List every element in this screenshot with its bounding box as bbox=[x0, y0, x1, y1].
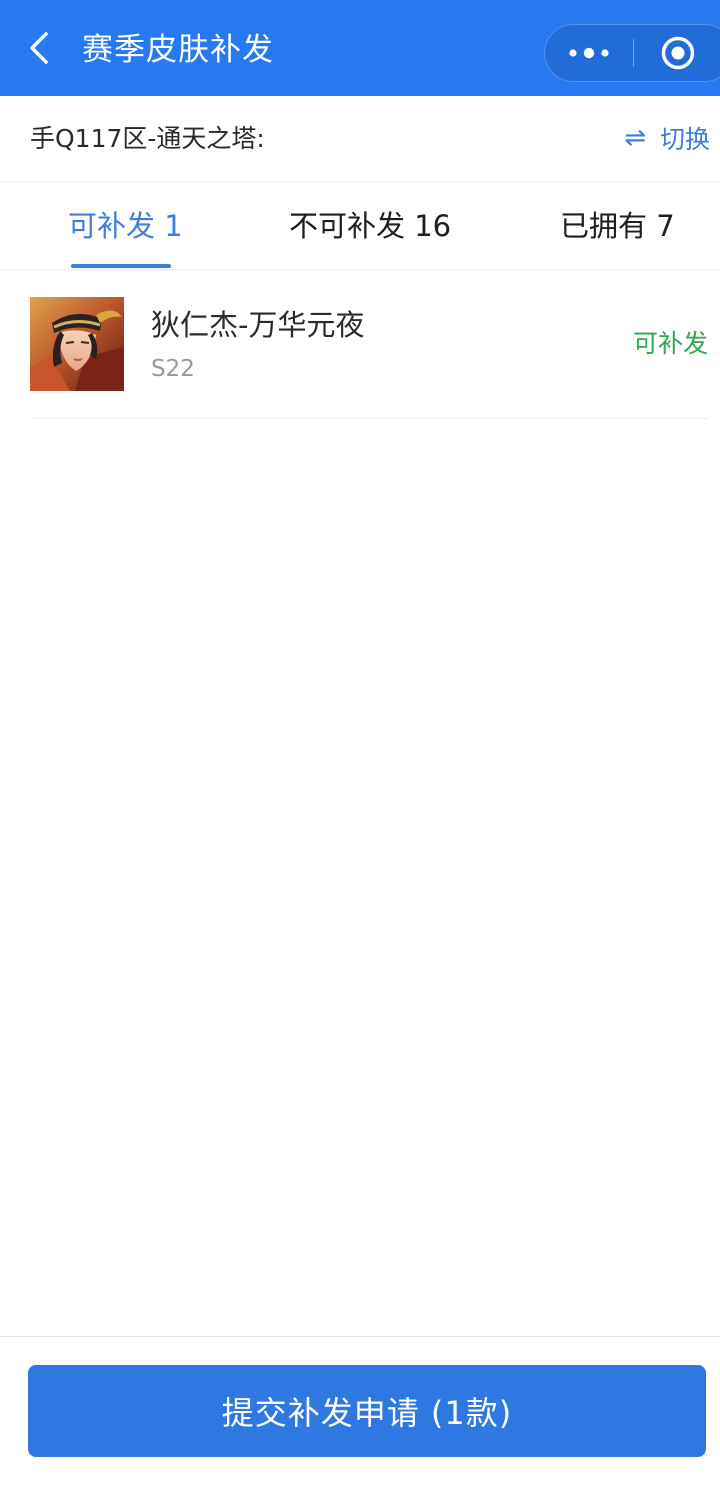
tab-not-reissuable[interactable]: 不可补发 16 bbox=[289, 206, 451, 246]
capsule-divider bbox=[633, 39, 634, 67]
skin-portrait-icon bbox=[30, 297, 124, 391]
page: 赛季皮肤补发 手Q117区-通天之塔: ⇌ 切换 可补发 1 不可补发 16 已… bbox=[0, 0, 720, 1497]
more-button[interactable] bbox=[545, 25, 633, 81]
footer-bar: 提交补发申请 (1款) bbox=[0, 1336, 720, 1497]
skin-name: 狄仁杰-万华元夜 bbox=[151, 308, 365, 342]
switch-label: 切换 bbox=[659, 125, 710, 154]
skin-avatar bbox=[30, 297, 124, 391]
submit-reissue-button[interactable]: 提交补发申请 (1款) bbox=[28, 1365, 706, 1457]
close-mini-program-button[interactable] bbox=[653, 35, 703, 71]
page-title: 赛季皮肤补发 bbox=[82, 32, 274, 68]
active-tab-indicator bbox=[71, 264, 171, 268]
status-badge: 可补发 bbox=[632, 329, 708, 358]
list-item[interactable]: 狄仁杰-万华元夜 S22 可补发 bbox=[30, 270, 708, 419]
server-label: 手Q117区-通天之塔: bbox=[30, 124, 265, 153]
tab-reissuable[interactable]: 可补发 1 bbox=[68, 206, 183, 246]
tab-owned[interactable]: 已拥有 7 bbox=[560, 206, 675, 246]
skin-season: S22 bbox=[151, 356, 195, 382]
more-dots-icon bbox=[569, 47, 609, 59]
target-circle-icon bbox=[661, 36, 695, 70]
tab-bar: 可补发 1 不可补发 16 已拥有 7 bbox=[0, 182, 720, 270]
switch-server-button[interactable]: ⇌ 切换 bbox=[624, 120, 710, 156]
server-row: 手Q117区-通天之塔: ⇌ 切换 bbox=[0, 96, 720, 182]
mini-program-capsule bbox=[544, 24, 720, 82]
nav-bar: 赛季皮肤补发 bbox=[0, 0, 720, 96]
chevron-left-icon bbox=[30, 32, 48, 64]
back-button[interactable] bbox=[18, 26, 62, 70]
switch-arrows-icon: ⇌ bbox=[624, 123, 646, 153]
